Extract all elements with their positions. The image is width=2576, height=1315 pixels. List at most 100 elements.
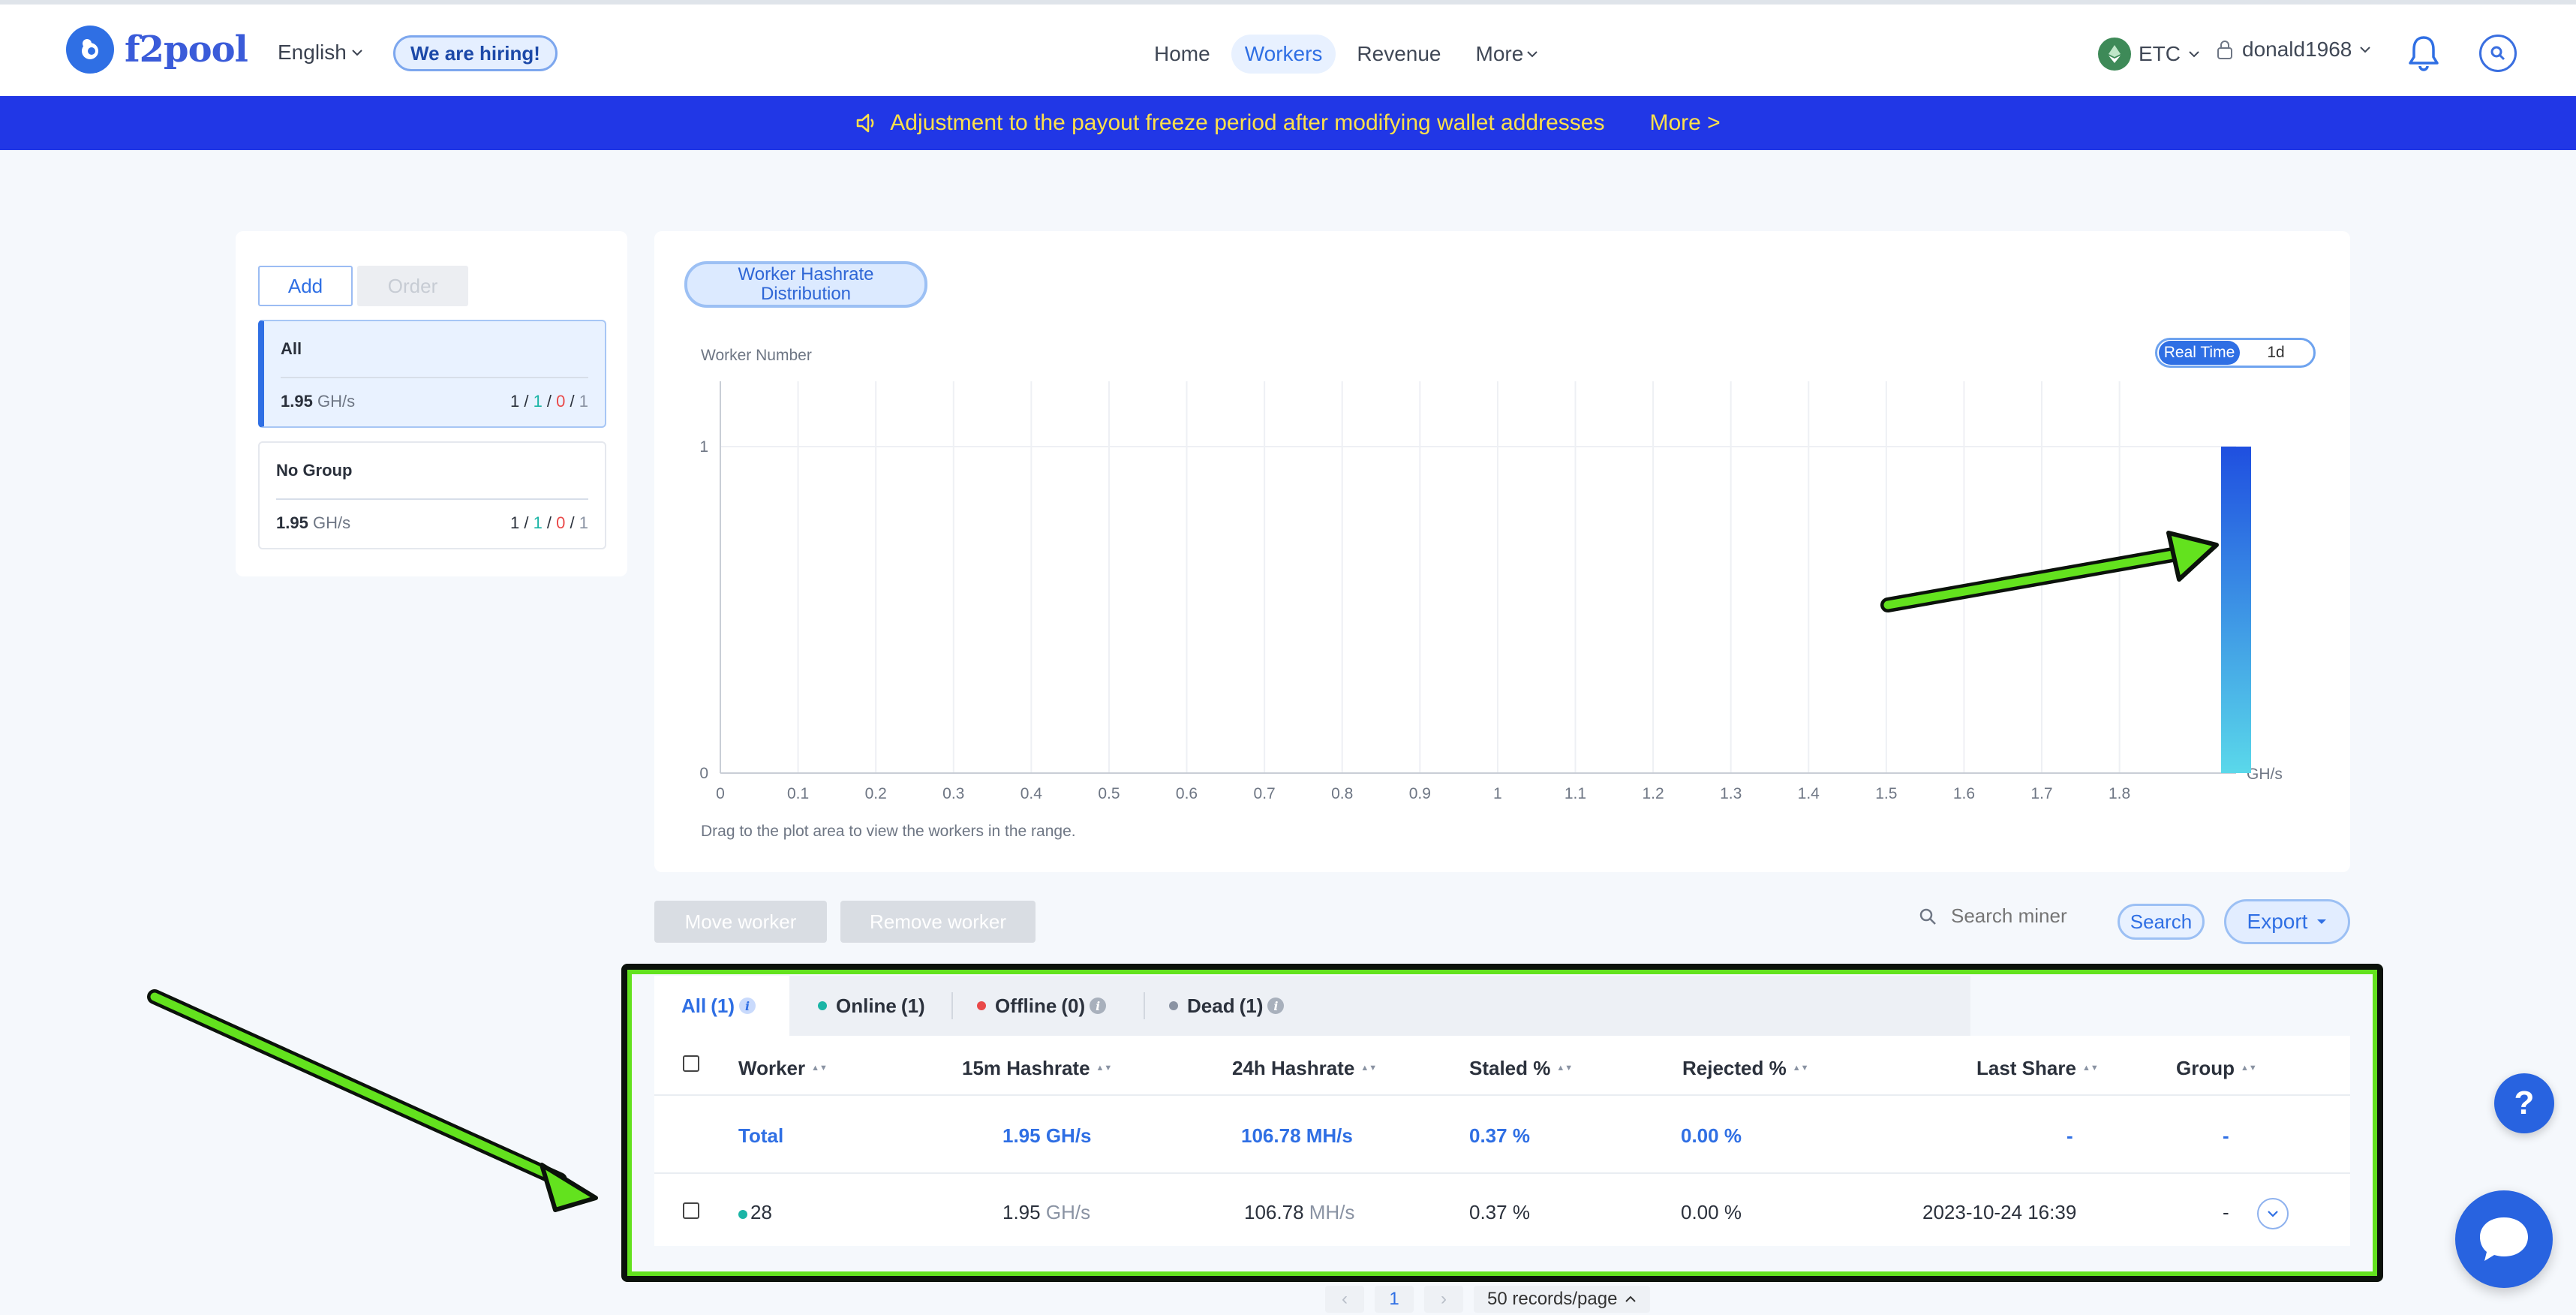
f2pool-logo-icon: [66, 26, 114, 74]
chart-x-tick-label: 1: [1493, 785, 1502, 802]
page-number-current[interactable]: 1: [1375, 1286, 1414, 1313]
hiring-badge[interactable]: We are hiring!: [393, 35, 558, 71]
next-page-button[interactable]: ›: [1424, 1286, 1463, 1313]
chart-x-tick-label: 1.7: [2030, 785, 2052, 802]
count-total: 1: [509, 392, 520, 411]
annotation-arrow-to-row: [147, 989, 598, 1212]
hashrate-distribution-chart[interactable]: 0 0.1 0.2 0.3 0.4 0.5 0.6 0.7 0.8 0.9 1 1.1 1.2 1.3 1.…: [654, 231, 2350, 872]
group-hashrate-unit: GH/s: [312, 513, 351, 532]
count-online: 1: [533, 392, 543, 411]
logo-text: f2pool: [125, 29, 248, 71]
divider: [276, 498, 588, 500]
caret-down-icon: [2317, 919, 2327, 924]
search-miner-input[interactable]: [1949, 904, 2122, 928]
miner-search: [1918, 904, 2122, 928]
chart-x-tick-label: 1.6: [1953, 785, 1975, 802]
chart-x-tick-label: 0.3: [942, 785, 964, 802]
chevron-down-icon: [352, 50, 362, 56]
coin-label: ETC: [2139, 42, 2181, 65]
count-dead: 1: [579, 392, 588, 411]
group-name: All: [281, 339, 302, 358]
chart-x-tick-label: 0.2: [865, 785, 887, 802]
remove-worker-button[interactable]: Remove worker: [840, 901, 1036, 943]
chart-x-axis-title: GH/s: [2247, 766, 2283, 783]
chart-x-tick-label: 0: [716, 785, 725, 802]
nav-revenue[interactable]: Revenue: [1343, 35, 1454, 74]
nav-more-label: More: [1475, 42, 1524, 65]
banner-more-link[interactable]: More >: [1649, 110, 1720, 136]
chart-y-tick-label: 1: [699, 438, 708, 456]
group-hashrate: 1.95 GH/s: [281, 392, 355, 411]
speaker-icon: [857, 113, 874, 133]
export-button[interactable]: Export: [2224, 899, 2350, 944]
chart-bar[interactable]: [2221, 447, 2251, 773]
chevron-down-icon: [2189, 51, 2199, 58]
chart-x-tick-label: 0.9: [1409, 785, 1431, 802]
nav-home[interactable]: Home: [1141, 35, 1224, 74]
annotation-highlight-box: [621, 964, 2383, 1282]
chat-button[interactable]: [2455, 1190, 2553, 1288]
chart-x-tick-label: 1.5: [1875, 785, 1897, 802]
top-header: f2pool English We are hiring! Home Worke…: [0, 0, 2576, 96]
search-button[interactable]: Search: [2118, 904, 2205, 940]
chart-panel: Worker Hashrate Distribution Worker Numbe…: [654, 231, 2350, 872]
add-group-button[interactable]: Add: [258, 266, 353, 306]
group-card-all[interactable]: All 1.95 GH/s 1 / 1 / 0 / 1: [258, 320, 606, 428]
order-group-button[interactable]: Order: [357, 266, 468, 306]
announcement-banner: Adjustment to the payout freeze period a…: [0, 96, 2576, 150]
chat-bubble-icon: [2480, 1217, 2528, 1261]
chart-x-tick-label: 0.5: [1098, 785, 1120, 802]
group-panel: Add Order All 1.95 GH/s 1 / 1 / 0 / 1 No…: [236, 231, 627, 576]
chart-x-tick-label: 0.6: [1176, 785, 1198, 802]
chevron-down-icon: [2360, 47, 2371, 53]
chart-y-tick-label: 0: [699, 765, 708, 782]
group-hashrate-value: 1.95: [281, 392, 313, 411]
help-button[interactable]: ?: [2494, 1073, 2554, 1133]
chart-x-tick-label: 1.2: [1642, 785, 1664, 802]
chart-x-tick-label: 0.1: [787, 785, 809, 802]
coin-selector[interactable]: ETC: [2098, 38, 2200, 71]
count-offline: 0: [556, 513, 566, 532]
page-size-label: 50 records/page: [1487, 1289, 1618, 1309]
move-worker-button[interactable]: Move worker: [654, 901, 827, 943]
banner-text: Adjustment to the payout freeze period a…: [890, 110, 1605, 135]
nav-workers[interactable]: Workers: [1231, 35, 1336, 74]
count-total: 1: [509, 513, 520, 532]
page-size-select[interactable]: 50 records/page: [1474, 1286, 1651, 1313]
count-online: 1: [533, 513, 543, 532]
chart-x-tick-label: 1.8: [2109, 785, 2130, 802]
search-icon: [1919, 908, 1936, 925]
chart-x-tick-label: 1.4: [1798, 785, 1820, 802]
group-hashrate-unit: GH/s: [317, 392, 356, 411]
divider: [281, 377, 588, 378]
count-offline: 0: [556, 392, 566, 411]
user-menu[interactable]: donald1968: [2215, 38, 2371, 62]
chart-hint: Drag to the plot area to view the worker…: [701, 823, 1076, 840]
language-label: English: [278, 41, 347, 64]
f2pool-logo[interactable]: f2pool: [66, 26, 248, 74]
chart-x-tick-label: 1.3: [1720, 785, 1742, 802]
username: donald1968: [2242, 38, 2352, 61]
language-selector[interactable]: English: [278, 41, 363, 65]
chart-x-tick-label: 0.8: [1331, 785, 1353, 802]
chart-x-tick-label: 1.1: [1565, 785, 1586, 802]
export-label: Export: [2247, 910, 2308, 933]
group-worker-counts: 1 / 1 / 0 / 1: [509, 513, 588, 532]
group-card-no-group[interactable]: No Group 1.95 GH/s 1 / 1 / 0 / 1: [258, 441, 606, 549]
main-nav: Home Workers Revenue More: [1141, 35, 1552, 74]
group-name: No Group: [276, 461, 353, 480]
count-dead: 1: [579, 513, 588, 532]
lock-icon: [2217, 41, 2232, 59]
chevron-up-icon: [1625, 1295, 1637, 1302]
notification-bell-icon[interactable]: [2406, 33, 2442, 76]
group-hashrate: 1.95 GH/s: [276, 513, 350, 533]
chevron-down-icon: [1527, 51, 1538, 58]
pagination: ‹ 1 › 50 records/page: [1325, 1283, 1651, 1315]
header-search-icon[interactable]: [2479, 35, 2517, 72]
group-hashrate-value: 1.95: [276, 513, 308, 532]
chart-x-tick-label: 0.7: [1254, 785, 1276, 802]
nav-more[interactable]: More: [1462, 35, 1553, 74]
prev-page-button[interactable]: ‹: [1325, 1286, 1364, 1313]
group-worker-counts: 1 / 1 / 0 / 1: [509, 392, 588, 411]
chart-x-tick-label: 0.4: [1020, 785, 1043, 802]
